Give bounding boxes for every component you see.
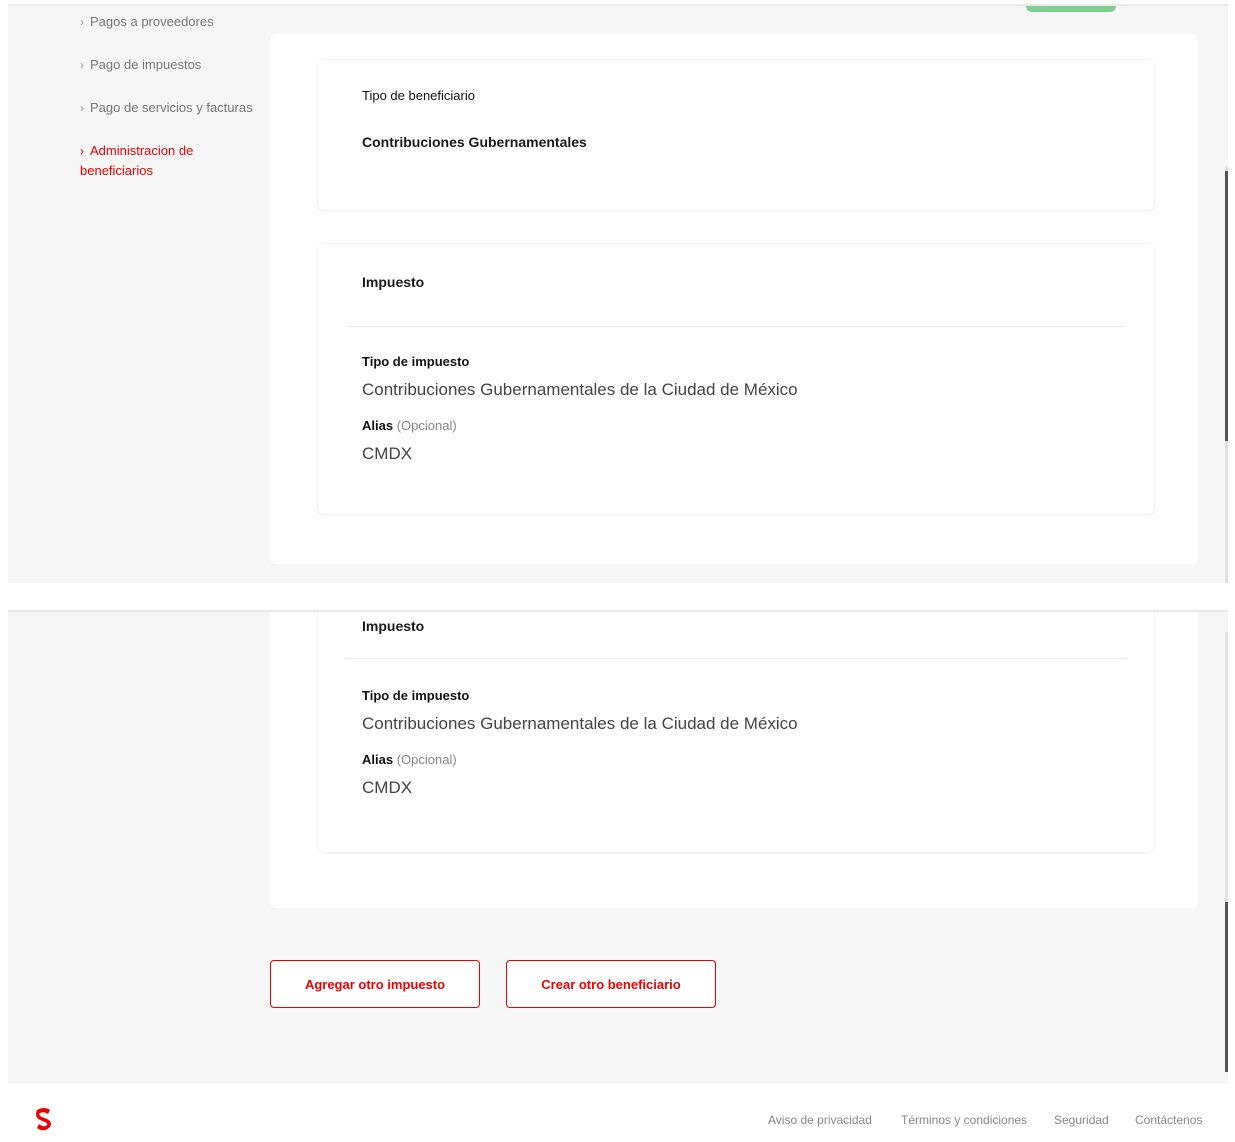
chevron-right-icon: › [80,101,84,115]
beneficiary-type-card: Tipo de beneficiario Contribuciones Gube… [318,60,1154,210]
status-indicator [1026,6,1116,12]
chevron-right-icon: › [80,15,84,29]
footer-link-security[interactable]: Seguridad [1054,1113,1109,1127]
tax-heading: Impuesto [362,618,425,634]
sidebar-item-pago-impuestos[interactable]: › Pago de impuestos [80,55,201,75]
beneficiary-panel: Tipo de beneficiario Contribuciones Gube… [270,34,1198,564]
bank-flame-logo [36,1108,51,1131]
footer-link-terms[interactable]: Términos y condiciones [901,1113,1027,1127]
tax-type-label: Tipo de impuesto [362,688,470,703]
footer: Aviso de privacidad Términos y condicion… [8,1082,1228,1142]
tax-card: Impuesto Tipo de impuesto Contribuciones… [318,612,1154,852]
alias-value: CMDX [362,778,413,797]
alias-value: CMDX [362,444,413,463]
add-tax-button[interactable]: Agregar otro impuesto [270,960,480,1008]
tax-heading: Impuesto [362,274,425,290]
footer-link-contact[interactable]: Contáctenos [1135,1113,1202,1127]
tax-divider [346,326,1126,327]
tax-divider [346,658,1126,659]
alias-label: Alias (Opcional) [362,752,457,767]
scrollbar-thumb[interactable] [1225,171,1228,441]
beneficiary-type-label: Tipo de beneficiario [362,88,475,103]
sidebar-item-administracion-beneficiarios[interactable]: › Administracion de beneficiarios [80,141,230,181]
scrollbar-thumb[interactable] [1225,902,1228,1072]
chevron-right-icon: › [80,144,84,158]
beneficiary-type-value: Contribuciones Gubernamentales [362,134,587,150]
tax-type-value: Contribuciones Gubernamentales de la Ciu… [362,714,798,733]
tax-card: Impuesto Tipo de impuesto Contribuciones… [318,244,1154,514]
sidebar-item-pago-servicios[interactable]: › Pago de servicios y facturas [80,98,253,118]
beneficiary-panel: Impuesto Tipo de impuesto Contribuciones… [270,612,1198,908]
create-beneficiary-button[interactable]: Crear otro beneficiario [506,960,716,1008]
tax-type-value: Contribuciones Gubernamentales de la Ciu… [362,380,798,399]
chevron-right-icon: › [80,58,84,72]
tax-type-label: Tipo de impuesto [362,354,470,369]
top-screen: › Pagos a proveedores › Pago de impuestos … [8,6,1228,583]
bottom-screen: Impuesto Tipo de impuesto Contribuciones… [8,612,1228,1142]
alias-label: Alias (Opcional) [362,418,457,433]
sidebar-item-pagos-proveedores[interactable]: › Pagos a proveedores [80,12,214,32]
footer-link-privacy[interactable]: Aviso de privacidad [768,1113,872,1127]
